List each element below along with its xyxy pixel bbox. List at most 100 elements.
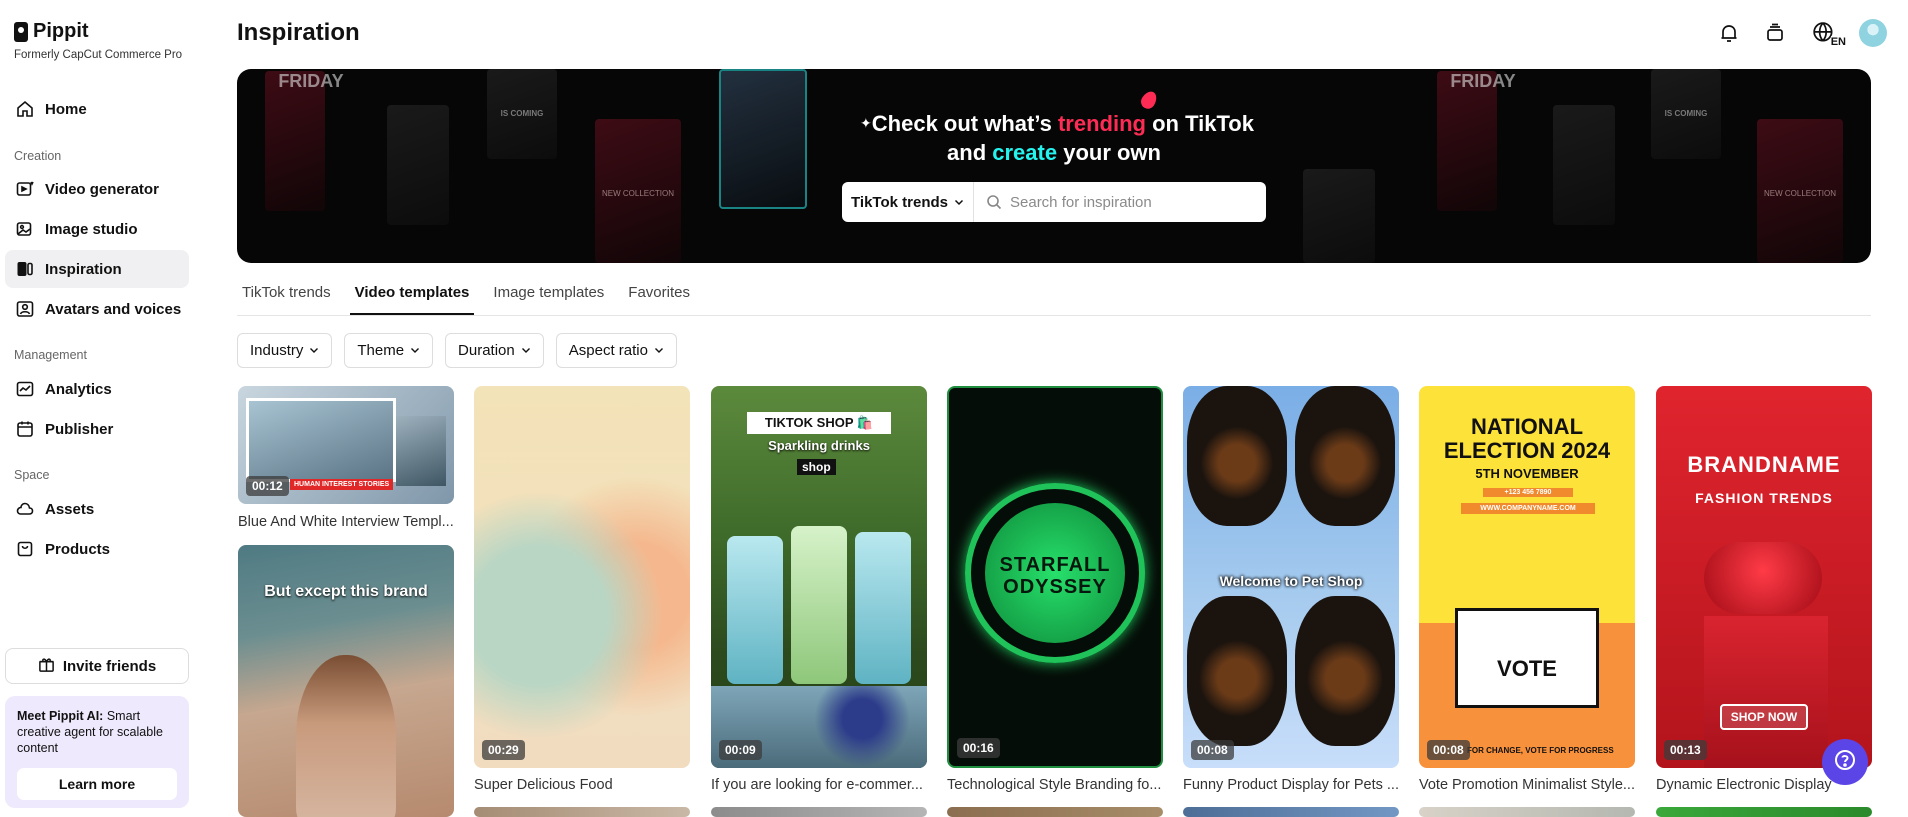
chevron-down-icon xyxy=(954,194,964,211)
promo-text: Meet Pippit AI: Smart creative agent for… xyxy=(17,708,177,756)
avatar xyxy=(1859,19,1887,47)
banner-search-bar: TikTok trends xyxy=(842,182,1266,222)
inspiration-icon xyxy=(15,259,35,279)
filter-theme[interactable]: Theme xyxy=(344,333,434,368)
banner-headline: ✦Check out what’s trending on TikTok and… xyxy=(237,109,1871,167)
can-image xyxy=(855,532,911,684)
banner-headline-line1: ✦Check out what’s trending on TikTok xyxy=(237,109,1871,138)
sidebar-item-label: Publisher xyxy=(45,420,114,438)
card-overlay-text: VOTE xyxy=(1497,656,1557,681)
invite-friends-button[interactable]: Invite friends xyxy=(5,648,189,684)
card-overlay-text: STARFALL xyxy=(999,554,1111,576)
headline-highlight-create: create xyxy=(992,140,1058,165)
chevron-down-icon xyxy=(521,342,531,359)
banner-thumb-text: FRIDAY xyxy=(278,71,344,91)
filter-industry[interactable]: Industry xyxy=(237,333,333,368)
sidebar-item-home[interactable]: Home xyxy=(5,90,189,128)
gamepad-image xyxy=(1704,542,1822,614)
card-overlay-text: But except this brand xyxy=(264,583,428,600)
sidebar-item-analytics[interactable]: Analytics xyxy=(5,370,189,408)
stack-layers-icon[interactable] xyxy=(1760,18,1790,48)
photo-frame xyxy=(396,416,446,486)
promo-bold: Meet Pippit AI: xyxy=(17,709,104,723)
headline-text: Check out what’s xyxy=(871,111,1058,136)
app-logo-text: Pippit xyxy=(33,20,89,42)
sidebar-item-assets[interactable]: Assets xyxy=(5,490,189,528)
section-label-creation: Creation xyxy=(14,149,62,163)
sidebar-item-products[interactable]: Products xyxy=(5,530,189,568)
can-image xyxy=(727,536,783,684)
notification-bell-icon[interactable] xyxy=(1714,18,1744,48)
card-overlay-text: Sparkling drinks xyxy=(768,438,870,453)
card-overlay-text: TIKTOK SHOP 🛍️ xyxy=(747,412,891,434)
banner-thumb xyxy=(1303,169,1375,263)
filter-aspect-ratio[interactable]: Aspect ratio xyxy=(555,333,677,368)
language-globe-icon[interactable]: EN xyxy=(1806,18,1846,48)
template-title[interactable]: Super Delicious Food xyxy=(474,777,690,793)
app-subtitle: Formerly CapCut Commerce Pro xyxy=(14,49,183,61)
card-overlay-text: ODYSSEY xyxy=(1003,576,1107,598)
template-card-thumbnail[interactable]: NATIONAL ELECTION 2024 5TH NOVEMBER +123… xyxy=(1419,386,1635,768)
template-card-thumbnail[interactable]: Welcome to Pet Shop 00:08 xyxy=(1183,386,1399,768)
card-overlay-text: shop xyxy=(797,459,836,475)
calendar-icon xyxy=(15,419,35,439)
video-generator-icon xyxy=(15,179,35,199)
search-icon xyxy=(986,194,1002,215)
tab-favorites[interactable]: Favorites xyxy=(623,284,695,315)
sidebar-item-publisher[interactable]: Publisher xyxy=(5,410,189,448)
tab-video-templates[interactable]: Video templates xyxy=(349,284,475,315)
template-title[interactable]: Funny Product Display for Pets ... xyxy=(1183,777,1399,793)
template-card-thumbnail[interactable] xyxy=(1419,807,1635,817)
headline-text: and xyxy=(947,140,993,165)
dropdown-value: TikTok trends xyxy=(851,193,948,211)
duration-badge: 00:08 xyxy=(1427,740,1470,760)
filter-label: Theme xyxy=(357,342,405,359)
help-question-icon xyxy=(1833,748,1857,777)
template-title[interactable]: Technological Style Branding fo... xyxy=(947,777,1163,793)
filter-duration[interactable]: Duration xyxy=(445,333,544,368)
page-title: Inspiration xyxy=(237,19,360,46)
template-card-thumbnail[interactable]: TIKTOK SHOP 🛍️ Sparkling drinks shop 00:… xyxy=(711,386,927,768)
sidebar: Pippit Formerly CapCut Commerce Pro Home… xyxy=(0,0,198,817)
card-overlay-text: Welcome to Pet Shop xyxy=(1219,573,1363,589)
user-avatar[interactable] xyxy=(1858,18,1888,48)
sidebar-item-image-studio[interactable]: Image studio xyxy=(5,210,189,248)
search-source-dropdown[interactable]: TikTok trends xyxy=(842,182,974,222)
template-title[interactable]: Vote Promotion Minimalist Style... xyxy=(1419,777,1635,793)
chevron-down-icon xyxy=(410,342,420,359)
sidebar-item-video-generator[interactable]: Video generator xyxy=(5,170,189,208)
sidebar-item-label: Video generator xyxy=(45,180,159,198)
template-card-thumbnail[interactable] xyxy=(947,807,1163,817)
analytics-icon xyxy=(15,379,35,399)
promo-card: Meet Pippit AI: Smart creative agent for… xyxy=(5,696,189,808)
image-studio-icon xyxy=(15,219,35,239)
template-title[interactable]: If you are looking for e-commer... xyxy=(711,777,927,793)
template-card-thumbnail[interactable] xyxy=(474,807,690,817)
template-card-thumbnail[interactable] xyxy=(1183,807,1399,817)
chevron-down-icon xyxy=(309,342,319,359)
inspiration-search-input[interactable] xyxy=(974,182,1266,222)
template-card-thumbnail[interactable] xyxy=(711,807,927,817)
sidebar-item-avatars-voices[interactable]: Avatars and voices xyxy=(5,290,189,328)
sparkle-icon: ✦ xyxy=(860,115,872,131)
template-card-thumbnail[interactable]: BRANDNAME FASHION TRENDS SHOP NOW 00:13 xyxy=(1656,386,1872,768)
template-card-thumbnail[interactable]: HUMAN INTEREST STORIES 00:12 xyxy=(238,386,454,504)
tab-image-templates[interactable]: Image templates xyxy=(488,284,609,315)
template-card-thumbnail[interactable] xyxy=(1656,807,1872,817)
sidebar-item-inspiration[interactable]: Inspiration xyxy=(5,250,189,288)
tab-tiktok-trends[interactable]: TikTok trends xyxy=(237,284,336,315)
template-title[interactable]: Blue And White Interview Templ... xyxy=(238,514,454,530)
puppy-image xyxy=(1295,596,1395,746)
learn-more-button[interactable]: Learn more xyxy=(17,768,177,800)
template-card-thumbnail[interactable]: STARFALL ODYSSEY 00:16 xyxy=(947,386,1163,768)
app-logo[interactable]: Pippit xyxy=(14,20,89,43)
card-overlay-text: ELECTION 2024 xyxy=(1443,438,1611,463)
filter-label: Aspect ratio xyxy=(568,342,648,359)
help-button[interactable] xyxy=(1822,739,1868,785)
template-card-thumbnail[interactable]: 00:29 xyxy=(474,386,690,768)
can-image xyxy=(791,526,847,684)
card-overlay-text: FOR CHANGE, VOTE FOR PROGRESS xyxy=(1467,746,1614,755)
template-card-thumbnail[interactable]: But except this brand xyxy=(238,545,454,817)
card-overlay-text: FASHION TRENDS xyxy=(1695,490,1833,506)
avatar-voice-icon xyxy=(15,299,35,319)
